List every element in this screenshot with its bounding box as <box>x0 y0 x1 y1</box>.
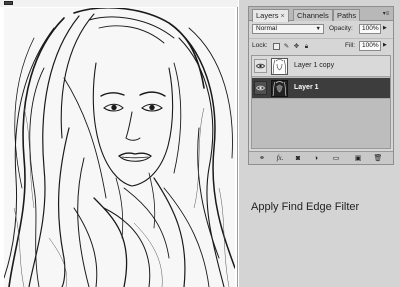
image-canvas[interactable] <box>4 8 235 287</box>
fill-field[interactable]: 100% <box>359 41 381 51</box>
blend-mode-select[interactable]: Normal ▼ <box>252 24 324 34</box>
group-folder-icon[interactable]: ▭ <box>331 154 341 163</box>
close-icon[interactable]: × <box>281 13 285 20</box>
tab-layers[interactable]: Layers × <box>252 9 289 22</box>
layer-thumbnail <box>271 58 288 75</box>
sketch-portrait-image <box>4 8 235 287</box>
layers-list: Layer 1 copy Layer 1 <box>251 55 391 149</box>
tab-channels-label: Channels <box>297 11 329 20</box>
lock-fill-row: Lock: ✎ ✥ 🔒︎ Fill: 100% ▶ <box>249 38 393 52</box>
document-tag <box>4 1 13 5</box>
layer-name[interactable]: Layer 1 copy <box>294 62 334 69</box>
opacity-value: 100% <box>362 25 379 32</box>
layers-panel: Layers × Channels Paths ▾≡ Normal ▼ Opaci… <box>248 6 394 165</box>
lock-transparent-pixels-icon[interactable] <box>273 43 280 50</box>
layer-row[interactable]: Layer 1 copy <box>252 56 390 77</box>
blend-mode-value: Normal <box>256 25 277 32</box>
caption-text: Apply Find Edge Filter <box>251 201 360 213</box>
panel-footer-toolbar: ⚭ fx. ◙ ◑ ▭ ▣ 🗑︎ <box>249 151 393 164</box>
lock-image-pixels-icon[interactable]: ✎ <box>283 43 290 50</box>
lock-label: Lock: <box>252 42 268 49</box>
opacity-arrow-icon[interactable]: ▶ <box>383 25 387 31</box>
fill-arrow-icon[interactable]: ▶ <box>383 42 387 48</box>
mask-icon[interactable]: ◙ <box>293 154 303 163</box>
visibility-eye-icon[interactable] <box>254 59 267 73</box>
tab-layers-label: Layers <box>256 11 279 20</box>
panel-tab-bar: Layers × Channels Paths ▾≡ <box>249 7 393 22</box>
visibility-eye-icon[interactable] <box>254 81 267 95</box>
panel-menu-icon[interactable]: ▾≡ <box>382 10 390 18</box>
document-top-bar <box>0 0 238 7</box>
fill-value: 100% <box>362 42 379 49</box>
link-icon[interactable]: ⚭ <box>257 154 267 163</box>
adjustment-icon[interactable]: ◑ <box>311 154 321 163</box>
layer-row-selected[interactable]: Layer 1 <box>252 78 390 99</box>
lock-all-icon[interactable]: 🔒︎ <box>303 43 310 50</box>
blend-opacity-row: Normal ▼ Opacity: 100% ▶ <box>249 22 393 36</box>
layer-thumbnail <box>271 80 288 97</box>
tab-paths[interactable]: Paths <box>333 9 361 21</box>
fx-icon[interactable]: fx. <box>275 154 285 163</box>
fill-label: Fill: <box>345 42 356 49</box>
tab-channels[interactable]: Channels <box>293 9 333 21</box>
opacity-field[interactable]: 100% <box>359 24 381 34</box>
new-layer-icon[interactable]: ▣ <box>353 154 363 163</box>
chevron-down-icon: ▼ <box>315 26 321 32</box>
document-window <box>0 0 238 287</box>
lock-position-icon[interactable]: ✥ <box>293 43 300 50</box>
opacity-label: Opacity: <box>329 25 353 32</box>
trash-icon[interactable]: 🗑︎ <box>373 154 383 163</box>
layer-name[interactable]: Layer 1 <box>294 84 319 91</box>
tab-paths-label: Paths <box>337 11 357 20</box>
